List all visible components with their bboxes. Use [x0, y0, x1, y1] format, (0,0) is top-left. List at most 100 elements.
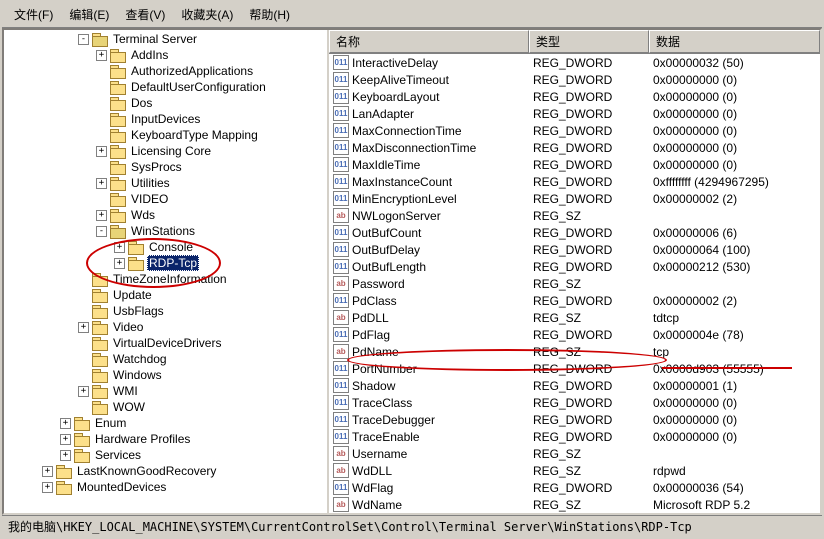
list-row[interactable]: 011MaxIdleTimeREG_DWORD0x00000000 (0) [329, 156, 820, 173]
tree-item[interactable]: +RDP-Tcp [4, 255, 327, 271]
list-row[interactable]: 011MaxConnectionTimeREG_DWORD0x00000000 … [329, 122, 820, 139]
tree-item[interactable]: SysProcs [4, 159, 327, 175]
column-name-header[interactable]: 名称 [329, 30, 529, 53]
tree-item[interactable]: +Video [4, 319, 327, 335]
tree-item[interactable]: Windows [4, 367, 327, 383]
tree-item[interactable]: Update [4, 287, 327, 303]
menu-edit[interactable]: 编辑(E) [61, 4, 117, 25]
list-row[interactable]: 011MinEncryptionLevelREG_DWORD0x00000002… [329, 190, 820, 207]
menu-favorites[interactable]: 收藏夹(A) [173, 4, 241, 25]
value-data: Microsoft RDP 5.2 [649, 498, 820, 512]
folder-icon [110, 81, 126, 94]
tree-item[interactable]: +Services [4, 447, 327, 463]
string-value-icon: ab [333, 497, 349, 512]
list-row[interactable]: 011KeyboardLayoutREG_DWORD0x00000000 (0) [329, 88, 820, 105]
expand-icon[interactable]: + [114, 242, 125, 253]
expand-icon[interactable]: + [60, 434, 71, 445]
tree-item[interactable]: TimeZoneInformation [4, 271, 327, 287]
list-row[interactable]: abPasswordREG_SZ [329, 275, 820, 292]
value-type: REG_DWORD [529, 260, 649, 274]
list-row[interactable]: 011InteractiveDelayREG_DWORD0x00000032 (… [329, 54, 820, 71]
expand-icon[interactable]: + [96, 210, 107, 221]
expand-icon[interactable]: + [78, 386, 89, 397]
list-row[interactable]: 011OutBufCountREG_DWORD0x00000006 (6) [329, 224, 820, 241]
tree-item[interactable]: UsbFlags [4, 303, 327, 319]
value-name: MaxInstanceCount [352, 175, 452, 189]
collapse-icon[interactable]: - [78, 34, 89, 45]
tree-item[interactable]: Dos [4, 95, 327, 111]
list-row[interactable]: abPdDLLREG_SZtdtcp [329, 309, 820, 326]
expand-icon[interactable]: + [60, 450, 71, 461]
folder-icon [128, 257, 144, 270]
menu-view[interactable]: 查看(V) [117, 4, 173, 25]
tree-item[interactable]: +MountedDevices [4, 479, 327, 495]
tree-item[interactable]: + Console [4, 239, 327, 255]
list-row[interactable]: 011PortNumberREG_DWORD0x0000d903 (55555) [329, 360, 820, 377]
expand-icon[interactable]: + [114, 258, 125, 269]
column-type-header[interactable]: 类型 [529, 30, 649, 53]
tree-item[interactable]: -Terminal Server [4, 31, 327, 47]
list-row[interactable]: 011MaxDisconnectionTimeREG_DWORD0x000000… [329, 139, 820, 156]
list-row[interactable]: 011ShadowREG_DWORD0x00000001 (1) [329, 377, 820, 394]
tree-label: SysProcs [129, 160, 184, 174]
list-row[interactable]: 011TraceEnableREG_DWORD0x00000000 (0) [329, 428, 820, 445]
tree-item[interactable]: +WMI [4, 383, 327, 399]
tree-item[interactable]: VirtualDeviceDrivers [4, 335, 327, 351]
list-row[interactable]: abNWLogonServerREG_SZ [329, 207, 820, 224]
expand-icon[interactable]: + [96, 178, 107, 189]
column-data-header[interactable]: 数据 [649, 30, 820, 53]
list-row[interactable]: 011PdFlagREG_DWORD0x0000004e (78) [329, 326, 820, 343]
tree-item[interactable]: DefaultUserConfiguration [4, 79, 327, 95]
tree-item[interactable]: VIDEO [4, 191, 327, 207]
list-row[interactable]: 011MaxInstanceCountREG_DWORD0xffffffff (… [329, 173, 820, 190]
expand-icon[interactable]: + [78, 322, 89, 333]
list-row[interactable]: abWdNameREG_SZMicrosoft RDP 5.2 [329, 496, 820, 513]
tree-item[interactable]: +Licensing Core [4, 143, 327, 159]
tree-item[interactable]: InputDevices [4, 111, 327, 127]
tree-item[interactable]: +Hardware Profiles [4, 431, 327, 447]
list-row[interactable]: 011OutBufDelayREG_DWORD0x00000064 (100) [329, 241, 820, 258]
tree-label: WOW [111, 400, 147, 414]
list-row[interactable]: 011LanAdapterREG_DWORD0x00000000 (0) [329, 105, 820, 122]
list-row[interactable]: 011OutBufLengthREG_DWORD0x00000212 (530) [329, 258, 820, 275]
list-row[interactable]: 011WdFlagREG_DWORD0x00000036 (54) [329, 479, 820, 496]
menu-file[interactable]: 文件(F) [6, 4, 61, 25]
binary-value-icon: 011 [333, 89, 349, 104]
value-name: TraceClass [352, 396, 412, 410]
value-data: 0x00000002 (2) [649, 294, 820, 308]
folder-icon [74, 417, 90, 430]
expand-icon[interactable]: + [96, 146, 107, 157]
tree-item[interactable]: KeyboardType Mapping [4, 127, 327, 143]
list-row[interactable]: 011PdClassREG_DWORD0x00000002 (2) [329, 292, 820, 309]
menu-help[interactable]: 帮助(H) [241, 4, 298, 25]
expand-icon[interactable]: + [42, 466, 53, 477]
expand-icon[interactable]: + [42, 482, 53, 493]
tree-item[interactable]: +Utilities [4, 175, 327, 191]
value-data: 0xffffffff (4294967295) [649, 175, 820, 189]
value-type: REG_DWORD [529, 73, 649, 87]
tree-label: Console [147, 240, 195, 254]
content-area: -Terminal Server+AddInsAuthorizedApplica… [2, 28, 822, 515]
list-body[interactable]: 011InteractiveDelayREG_DWORD0x00000032 (… [329, 54, 820, 513]
value-name: PdName [352, 345, 399, 359]
tree-item[interactable]: WOW [4, 399, 327, 415]
tree-item[interactable]: +Wds [4, 207, 327, 223]
tree-item[interactable]: +Enum [4, 415, 327, 431]
value-type: REG_DWORD [529, 413, 649, 427]
tree-item[interactable]: Watchdog [4, 351, 327, 367]
list-row[interactable]: 011TraceClassREG_DWORD0x00000000 (0) [329, 394, 820, 411]
list-row[interactable]: 011TraceDebuggerREG_DWORD0x00000000 (0) [329, 411, 820, 428]
expand-icon[interactable]: + [60, 418, 71, 429]
expand-icon[interactable]: + [96, 50, 107, 61]
tree-item[interactable]: +AddIns [4, 47, 327, 63]
tree-item[interactable]: -WinStations [4, 223, 327, 239]
tree-item[interactable]: +LastKnownGoodRecovery [4, 463, 327, 479]
tree-item[interactable]: AuthorizedApplications [4, 63, 327, 79]
list-row[interactable]: abPdNameREG_SZtcp [329, 343, 820, 360]
value-name: PdFlag [352, 328, 390, 342]
list-row[interactable]: abUsernameREG_SZ [329, 445, 820, 462]
list-row[interactable]: 011KeepAliveTimeoutREG_DWORD0x00000000 (… [329, 71, 820, 88]
tree-pane[interactable]: -Terminal Server+AddInsAuthorizedApplica… [4, 30, 329, 513]
collapse-icon[interactable]: - [96, 226, 107, 237]
list-row[interactable]: abWdDLLREG_SZrdpwd [329, 462, 820, 479]
